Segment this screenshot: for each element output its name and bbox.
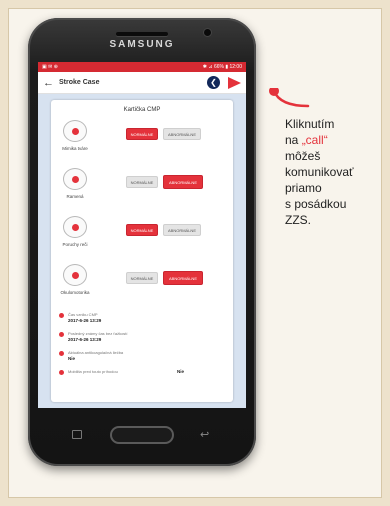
callout-pointer	[269, 88, 310, 108]
normal-button[interactable]: NORMÁLNE	[126, 176, 158, 188]
abnormal-button[interactable]: ABNORMÁLNE	[163, 175, 203, 189]
abnormal-button[interactable]: ABNORMÁLNE	[163, 224, 201, 236]
face-icon	[63, 120, 87, 142]
info-label: Mobilita pred touto príhodou	[68, 369, 118, 374]
assessment-row-face: Mimika tváre NORMÁLNE ABNORMÁLNE	[51, 120, 233, 156]
annotation-line: komunikovať	[285, 165, 354, 179]
info-label: Čas vzniku CMP	[68, 312, 98, 317]
row-label: Poruchy reči	[62, 242, 88, 247]
info-label: Posledný známy čas bez ťažkostí	[68, 331, 128, 336]
info-value: Nie	[68, 356, 76, 361]
info-dot-icon	[59, 332, 64, 337]
annotation-line: na „call“	[285, 132, 385, 148]
annotation-line: Kliknutím	[285, 117, 335, 131]
recent-apps-icon[interactable]	[72, 430, 82, 439]
eye-icon	[63, 264, 87, 286]
info-dot-icon	[59, 370, 64, 375]
normal-button[interactable]: NORMÁLNE	[126, 224, 158, 236]
info-value: Nie	[177, 369, 185, 374]
phone-device: SAMSUNG ▣ ✉ ⊕ ✱ ⊿ 66% ▮ 12:00 ← Stroke C…	[28, 18, 256, 466]
assessment-row-eyes: Okulomotorika NORMÁLNE ABNORMÁLNE	[51, 264, 233, 300]
annotation-line: priamo	[285, 181, 322, 195]
row-label: Okulomotorika	[60, 290, 90, 295]
info-value: 2017-6-26 13:29	[68, 337, 102, 342]
assessment-row-speech: Poruchy reči NORMÁLNE ABNORMÁLNE	[51, 216, 233, 252]
info-dot-icon	[59, 351, 64, 356]
arm-icon	[63, 168, 87, 190]
send-icon[interactable]	[228, 76, 241, 89]
app-bar: ← Stroke Case ❮	[38, 72, 246, 94]
assessment-row-arms: Ramená NORMÁLNE ABNORMÁLNE	[51, 168, 233, 204]
normal-button[interactable]: NORMÁLNE	[126, 272, 158, 284]
status-bar-left: ▣ ✉ ⊕	[42, 64, 58, 70]
phone-screen: ▣ ✉ ⊕ ✱ ⊿ 66% ▮ 12:00 ← Stroke Case ❮ Ka…	[38, 62, 246, 408]
annotation-line: môžeš	[285, 149, 321, 163]
stroke-card: Kartička CMP Mimika tváre NORMÁLNE ABNOR…	[51, 100, 233, 402]
annotation-line: ZZS.	[285, 213, 311, 227]
speaker-grille	[116, 32, 168, 36]
annotation-prefix: na	[285, 133, 302, 147]
info-dot-icon	[59, 313, 64, 318]
annotation-call-word: „call“	[301, 133, 328, 147]
card-title: Kartička CMP	[123, 107, 161, 113]
info-value: 2017-6-26 13:29	[68, 318, 102, 323]
back-nav-icon[interactable]: ↩	[200, 428, 209, 441]
normal-button[interactable]: NORMÁLNE	[126, 128, 158, 140]
status-bar: ▣ ✉ ⊕ ✱ ⊿ 66% ▮ 12:00	[38, 62, 246, 72]
row-label: Mimika tváre	[62, 146, 88, 151]
app-title: Stroke Case	[59, 79, 100, 86]
abnormal-button[interactable]: ABNORMÁLNE	[163, 271, 203, 285]
back-arrow-icon[interactable]: ←	[43, 77, 59, 89]
info-label: Aktuálna antikoagulačná liečba	[68, 350, 124, 355]
info-circle-icon[interactable]: ❮	[207, 76, 220, 89]
status-bar-right: ✱ ⊿ 66% ▮ 12:00	[202, 64, 242, 70]
phone-brand: SAMSUNG	[109, 39, 175, 50]
annotation-text: Kliknutím na „call“ môžeš komunikovať pr…	[285, 116, 385, 228]
annotation-line: s posádkou	[285, 197, 347, 211]
abnormal-button[interactable]: ABNORMÁLNE	[163, 128, 201, 140]
home-button[interactable]	[110, 426, 174, 444]
row-label: Ramená	[66, 194, 84, 199]
speech-icon	[63, 216, 87, 238]
front-camera	[204, 29, 211, 36]
